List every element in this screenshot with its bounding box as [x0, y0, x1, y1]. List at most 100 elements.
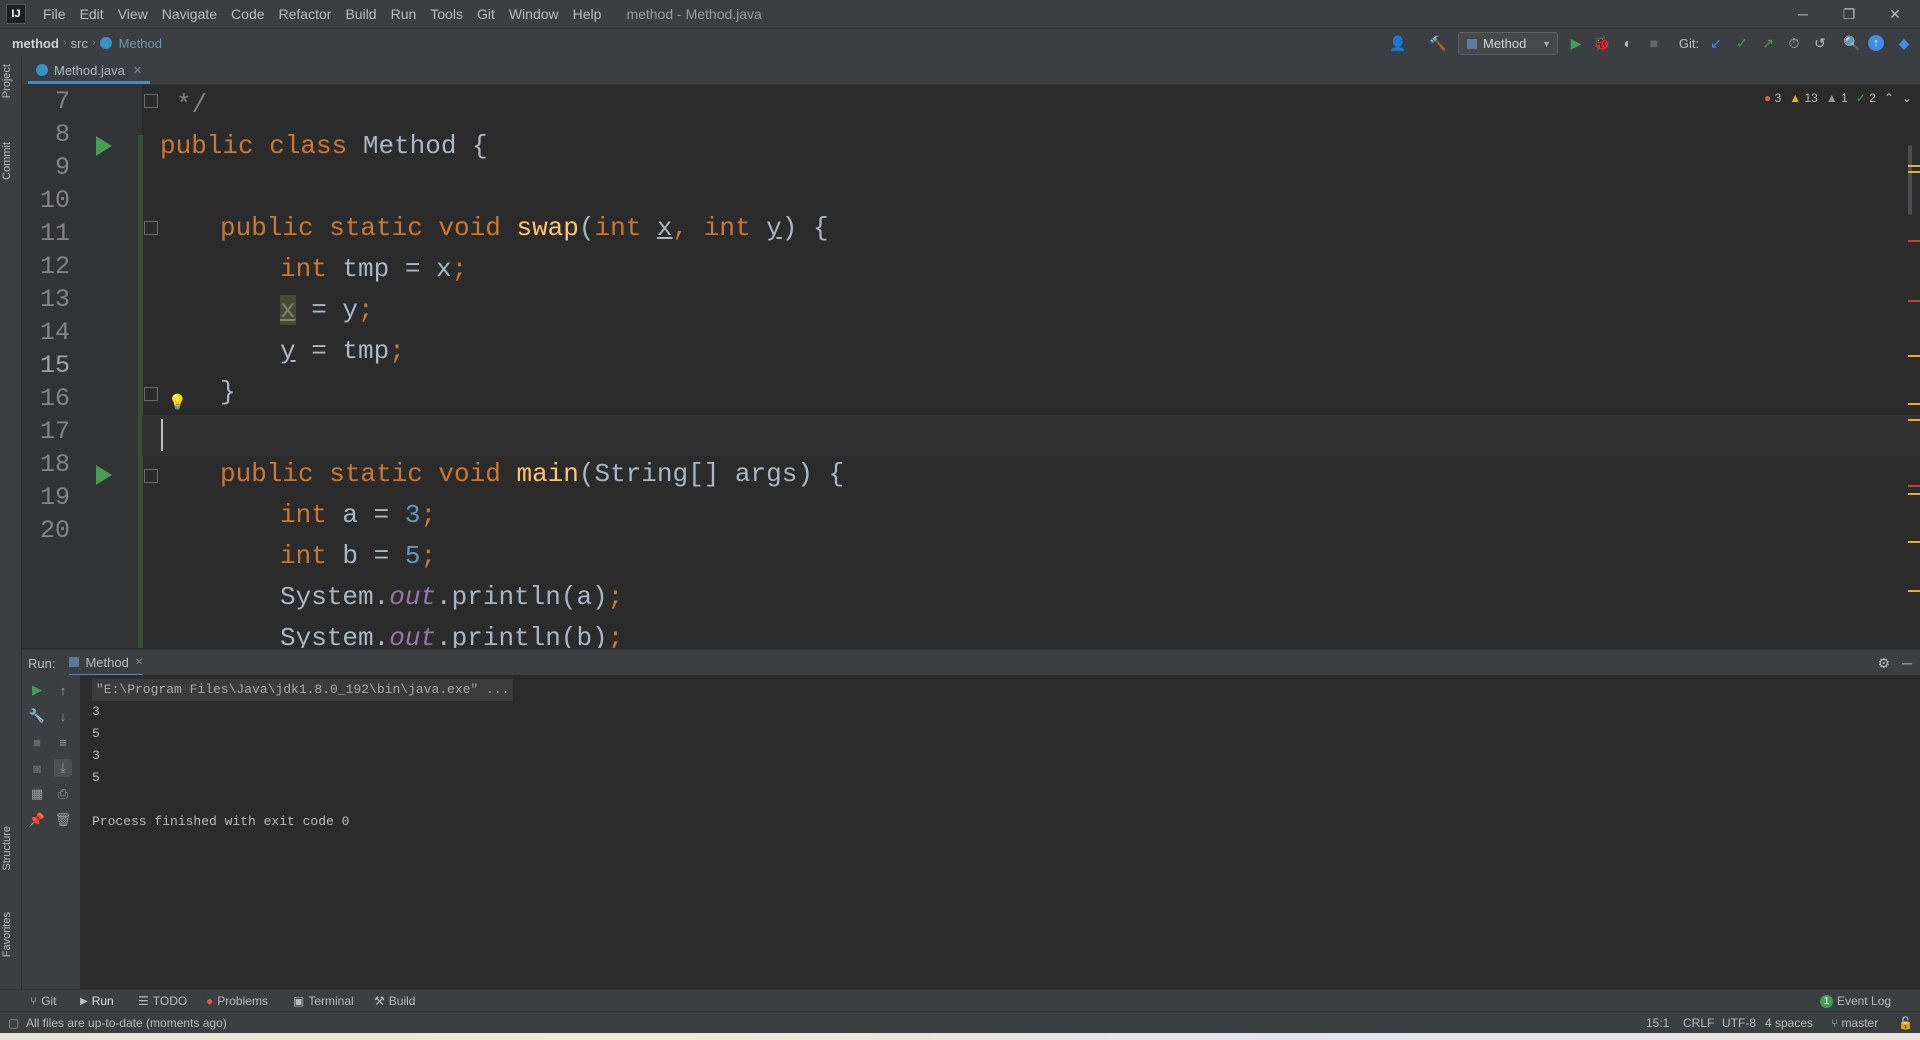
stop-icon[interactable]: ■	[1644, 33, 1664, 53]
user-icon[interactable]: 👤	[1388, 33, 1408, 53]
status-message[interactable]: All files are up-to-date (moments ago)	[26, 1016, 227, 1030]
tool-tab-todo[interactable]: ☰ TODO	[138, 994, 187, 1008]
camera-icon[interactable]: ◙	[28, 759, 46, 777]
warning-marker[interactable]	[1908, 493, 1920, 495]
warning-marker[interactable]	[1908, 165, 1920, 167]
wrench-icon[interactable]: 🔧	[28, 707, 46, 725]
commit-tool-tab[interactable]: Commit	[1, 142, 13, 180]
run-tab-method[interactable]: Method ✕	[69, 650, 144, 676]
structure-tool-tab[interactable]: Structure	[1, 826, 13, 871]
fold-icon[interactable]	[144, 94, 158, 108]
coverage-icon[interactable]: ◐	[1618, 33, 1638, 53]
file-encoding[interactable]: UTF-8	[1722, 1016, 1756, 1030]
git-update-icon[interactable]: ↙	[1706, 33, 1726, 53]
warning-marker[interactable]	[1908, 590, 1920, 592]
console-output[interactable]: "E:\Program Files\Java\jdk1.8.0_192\bin\…	[92, 679, 514, 833]
breadcrumb-method[interactable]: Method	[115, 36, 166, 51]
close-tab-icon[interactable]: ✕	[135, 657, 143, 668]
run-configuration-select[interactable]: Method ▼	[1458, 32, 1558, 55]
menu-edit[interactable]: Edit	[73, 6, 111, 22]
breadcrumb-project[interactable]: method	[8, 36, 63, 51]
status-icon[interactable]: ▢	[8, 1016, 19, 1030]
tab-method-java[interactable]: Method.java ✕	[28, 59, 151, 84]
stop-icon[interactable]: ■	[28, 733, 46, 751]
menu-navigate[interactable]: Navigate	[155, 6, 224, 22]
history-icon[interactable]: ⏱	[1784, 33, 1804, 53]
error-marker[interactable]	[1908, 300, 1920, 302]
menu-code[interactable]: Code	[224, 6, 271, 22]
menu-help[interactable]: Help	[566, 6, 609, 22]
tool-tab-terminal[interactable]: ▣ Terminal	[293, 994, 354, 1008]
chevron-down-icon[interactable]: ⌄	[1902, 91, 1912, 105]
menu-run[interactable]: Run	[384, 6, 424, 22]
trash-icon[interactable]: 🗑	[54, 811, 72, 829]
minimize-button[interactable]: ─	[1780, 0, 1826, 28]
menu-file[interactable]: File	[36, 6, 73, 22]
chevron-up-icon[interactable]: ⌃	[1884, 91, 1894, 105]
git-commit-icon[interactable]: ✓	[1732, 33, 1752, 53]
menu-tools[interactable]: Tools	[423, 6, 470, 22]
intellij-logo-icon: IJ	[6, 4, 26, 24]
fold-icon[interactable]	[144, 387, 158, 401]
fold-icon[interactable]	[144, 221, 158, 235]
caret-position[interactable]: 15:1	[1646, 1016, 1669, 1030]
breadcrumb-src[interactable]: src	[67, 36, 92, 51]
menu-refactor[interactable]: Refactor	[272, 6, 339, 22]
search-icon[interactable]: 🔍	[1842, 33, 1862, 53]
tool-tab-label: Git	[41, 994, 57, 1008]
close-button[interactable]: ✕	[1872, 0, 1918, 28]
print-icon[interactable]: ⎙	[54, 785, 72, 803]
menu-git[interactable]: Git	[470, 6, 502, 22]
indent-setting[interactable]: 4 spaces	[1765, 1016, 1813, 1030]
hide-panel-icon[interactable]: ─	[1902, 655, 1912, 671]
warning-marker[interactable]	[1908, 541, 1920, 543]
run-main-gutter-icon[interactable]	[96, 465, 112, 485]
tool-tab-problems[interactable]: ● Problems	[206, 994, 268, 1008]
warning-marker[interactable]	[1908, 403, 1920, 405]
fold-icon[interactable]	[144, 469, 158, 483]
git-push-icon[interactable]: ↗	[1758, 33, 1778, 53]
code-line-7: */	[176, 85, 207, 126]
line-separator[interactable]: CRLF	[1683, 1016, 1714, 1030]
java-class-icon	[99, 37, 112, 49]
warning-marker[interactable]	[1908, 419, 1920, 421]
run-icon[interactable]: ▶	[1566, 33, 1586, 53]
update-icon[interactable]: ↑	[1868, 35, 1884, 51]
menu-build[interactable]: Build	[338, 6, 383, 22]
scroll-to-end-icon[interactable]: ⤓	[54, 759, 72, 777]
lightbulb-icon[interactable]: 💡	[168, 393, 187, 411]
restore-button[interactable]: ❐	[1826, 0, 1872, 28]
menu-window[interactable]: Window	[502, 6, 566, 22]
menu-view[interactable]: View	[111, 6, 155, 22]
pin-icon[interactable]: 📌	[28, 811, 46, 829]
rollback-icon[interactable]: ↺	[1810, 33, 1830, 53]
favorites-tool-tab[interactable]: Favorites	[1, 912, 13, 957]
warning-marker[interactable]	[1908, 355, 1920, 357]
error-marker[interactable]	[1908, 240, 1920, 242]
run-class-gutter-icon[interactable]	[96, 136, 112, 156]
tool-tab-run[interactable]: ▶ Run	[80, 994, 114, 1008]
scroll-down-icon[interactable]: ↓	[54, 707, 72, 725]
project-tool-tab[interactable]: Project	[1, 64, 13, 98]
plugin-icon[interactable]: ◆	[1894, 33, 1914, 53]
rerun-icon[interactable]: ▶	[28, 681, 46, 699]
code-editor[interactable]: ● 3 ▲ 13 ▲ 1 ✓ 2 ⌃ ⌄ 7 8 9 10 11 12 13 1…	[22, 85, 1920, 648]
console-command-line[interactable]: "E:\Program Files\Java\jdk1.8.0_192\bin\…	[92, 679, 514, 701]
gear-icon[interactable]: ⚙	[1877, 655, 1890, 672]
soft-wrap-icon[interactable]: ≡	[54, 733, 72, 751]
layout-icon[interactable]: ▦	[28, 785, 46, 803]
event-log-button[interactable]: 1 Event Log	[1820, 994, 1891, 1008]
close-tab-icon[interactable]: ✕	[133, 64, 142, 77]
scroll-up-icon[interactable]: ↑	[54, 681, 72, 699]
lock-icon[interactable]: 🔓	[1898, 1016, 1913, 1030]
inspection-widget[interactable]: ● 3 ▲ 13 ▲ 1 ✓ 2 ⌃ ⌄	[1764, 91, 1912, 105]
debug-icon[interactable]: 🐞	[1592, 33, 1612, 53]
editor-scrollbar-thumb[interactable]	[1908, 145, 1912, 215]
warning-marker[interactable]	[1908, 171, 1920, 173]
git-branch-widget[interactable]: ⑂ master	[1831, 1016, 1878, 1030]
error-marker[interactable]	[1908, 485, 1920, 487]
tool-tab-build[interactable]: ⚒ Build	[374, 994, 415, 1008]
build-hammer-icon[interactable]: 🔨	[1428, 33, 1448, 53]
tool-tab-git[interactable]: ⑂ Git	[30, 994, 57, 1008]
